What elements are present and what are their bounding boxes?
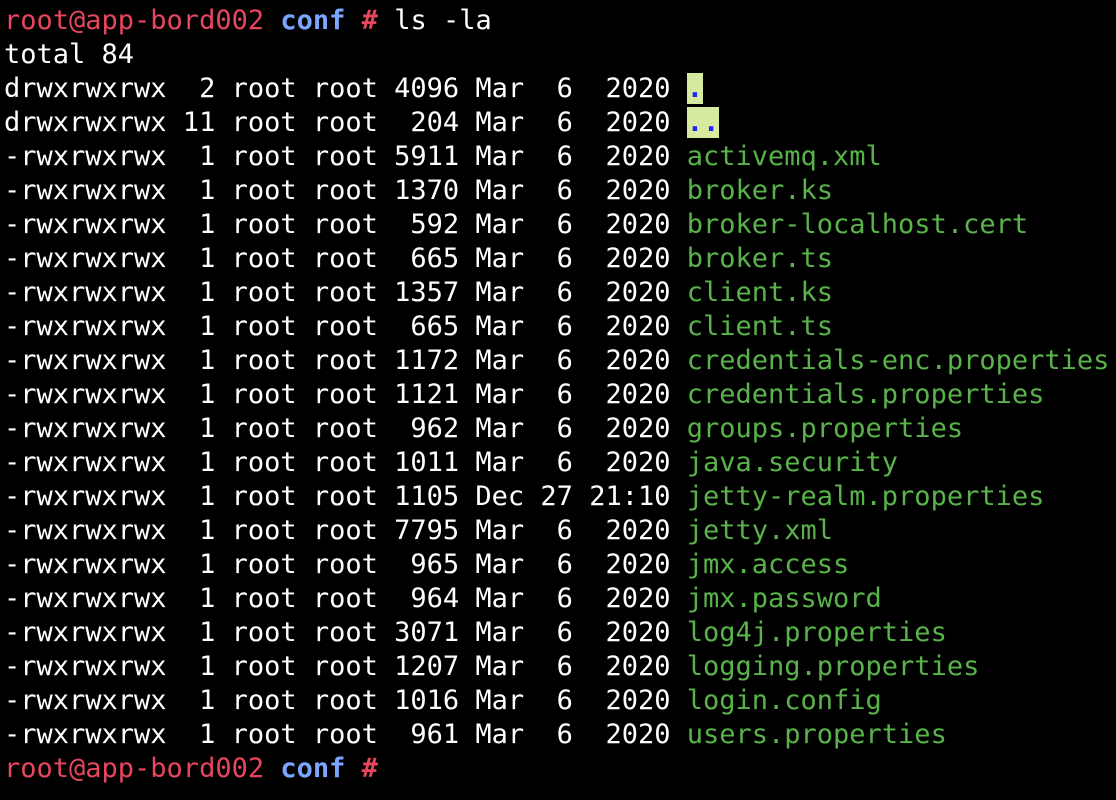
- listing-row: drwxrwxrwx 2 root root 4096 Mar 6 2020 .: [4, 72, 1109, 106]
- file-meta: -rwxrwxrwx 1 root root 3071 Mar 6 2020: [4, 617, 687, 648]
- listing-row: -rwxrwxrwx 1 root root 962 Mar 6 2020 gr…: [4, 412, 1109, 446]
- listing-row: -rwxrwxrwx 1 root root 1172 Mar 6 2020 c…: [4, 344, 1109, 378]
- file-meta: drwxrwxrwx 11 root root 204 Mar 6 2020: [4, 107, 687, 138]
- file-name: jmx.password: [686, 583, 882, 614]
- listing-row: -rwxrwxrwx 1 root root 1121 Mar 6 2020 c…: [4, 378, 1109, 412]
- file-name: credentials-enc.properties: [686, 345, 1110, 376]
- file-name: groups.properties: [686, 413, 964, 444]
- file-meta: -rwxrwxrwx 1 root root 1011 Mar 6 2020: [4, 447, 687, 478]
- command-line: root@app-bord002 conf # ls -la: [4, 4, 1109, 38]
- prompt-directory: conf: [280, 5, 346, 36]
- file-name: jetty.xml: [686, 515, 834, 546]
- listing-row: -rwxrwxrwx 1 root root 1370 Mar 6 2020 b…: [4, 174, 1109, 208]
- directory-name: .: [686, 73, 703, 104]
- listing-row: -rwxrwxrwx 1 root root 1016 Mar 6 2020 l…: [4, 684, 1109, 718]
- listing-row: -rwxrwxrwx 1 root root 1357 Mar 6 2020 c…: [4, 276, 1109, 310]
- listing-row: -rwxrwxrwx 1 root root 665 Mar 6 2020 br…: [4, 242, 1109, 276]
- file-name: client.ks: [686, 277, 834, 308]
- file-name: jmx.access: [686, 549, 850, 580]
- file-name: broker.ts: [686, 243, 834, 274]
- terminal-window[interactable]: root@app-bord002 conf # ls -la total 84 …: [0, 0, 1116, 800]
- file-meta: -rwxrwxrwx 1 root root 665 Mar 6 2020: [4, 243, 687, 274]
- file-name: users.properties: [686, 719, 947, 750]
- file-meta: -rwxrwxrwx 1 root root 965 Mar 6 2020: [4, 549, 687, 580]
- file-meta: -rwxrwxrwx 1 root root 1172 Mar 6 2020: [4, 345, 687, 376]
- prompt-symbol: #: [361, 753, 378, 784]
- file-name: java.security: [686, 447, 899, 478]
- file-meta: -rwxrwxrwx 1 root root 1105 Dec 27 21:10: [4, 481, 687, 512]
- listing-row: -rwxrwxrwx 1 root root 961 Mar 6 2020 us…: [4, 718, 1109, 752]
- prompt-user-host: root@app-bord002: [4, 5, 265, 36]
- directory-name: ..: [686, 107, 720, 138]
- listing-row: -rwxrwxrwx 1 root root 1011 Mar 6 2020 j…: [4, 446, 1109, 480]
- file-meta: -rwxrwxrwx 1 root root 1370 Mar 6 2020: [4, 175, 687, 206]
- listing-row: -rwxrwxrwx 1 root root 5911 Mar 6 2020 a…: [4, 140, 1109, 174]
- file-meta: -rwxrwxrwx 1 root root 961 Mar 6 2020: [4, 719, 687, 750]
- file-name: activemq.xml: [686, 141, 882, 172]
- listing-row: -rwxrwxrwx 1 root root 3071 Mar 6 2020 l…: [4, 616, 1109, 650]
- listing-rows: drwxrwxrwx 2 root root 4096 Mar 6 2020 .…: [4, 72, 1109, 752]
- file-meta: -rwxrwxrwx 1 root root 1016 Mar 6 2020: [4, 685, 687, 716]
- file-meta: -rwxrwxrwx 1 root root 592 Mar 6 2020: [4, 209, 687, 240]
- prompt-symbol: #: [361, 5, 378, 36]
- file-meta: -rwxrwxrwx 1 root root 964 Mar 6 2020: [4, 583, 687, 614]
- file-meta: -rwxrwxrwx 1 root root 5911 Mar 6 2020: [4, 141, 687, 172]
- terminal-output: root@app-bord002 conf # ls -la total 84 …: [4, 4, 1109, 786]
- listing-row: -rwxrwxrwx 1 root root 665 Mar 6 2020 cl…: [4, 310, 1109, 344]
- active-prompt-line[interactable]: root@app-bord002 conf #: [4, 752, 1109, 786]
- listing-row: -rwxrwxrwx 1 root root 1207 Mar 6 2020 l…: [4, 650, 1109, 684]
- file-meta: -rwxrwxrwx 1 root root 7795 Mar 6 2020: [4, 515, 687, 546]
- file-name: client.ts: [686, 311, 834, 342]
- file-meta: -rwxrwxrwx 1 root root 665 Mar 6 2020: [4, 311, 687, 342]
- listing-row: -rwxrwxrwx 1 root root 964 Mar 6 2020 jm…: [4, 582, 1109, 616]
- file-name: login.config: [686, 685, 882, 716]
- listing-row: -rwxrwxrwx 1 root root 1105 Dec 27 21:10…: [4, 480, 1109, 514]
- file-meta: -rwxrwxrwx 1 root root 1121 Mar 6 2020: [4, 379, 687, 410]
- command-text: ls -la: [394, 5, 492, 36]
- listing-row: -rwxrwxrwx 1 root root 965 Mar 6 2020 jm…: [4, 548, 1109, 582]
- listing-row: drwxrwxrwx 11 root root 204 Mar 6 2020 .…: [4, 106, 1109, 140]
- file-name: broker.ks: [686, 175, 834, 206]
- file-name: credentials.properties: [686, 379, 1045, 410]
- prompt-directory: conf: [280, 753, 346, 784]
- file-name: broker-localhost.cert: [686, 209, 1029, 240]
- file-meta: drwxrwxrwx 2 root root 4096 Mar 6 2020: [4, 73, 687, 104]
- file-name: log4j.properties: [686, 617, 947, 648]
- listing-row: -rwxrwxrwx 1 root root 7795 Mar 6 2020 j…: [4, 514, 1109, 548]
- file-name: logging.properties: [686, 651, 980, 682]
- listing-row: -rwxrwxrwx 1 root root 592 Mar 6 2020 br…: [4, 208, 1109, 242]
- prompt-user-host: root@app-bord002: [4, 753, 265, 784]
- file-meta: -rwxrwxrwx 1 root root 962 Mar 6 2020: [4, 413, 687, 444]
- file-meta: -rwxrwxrwx 1 root root 1207 Mar 6 2020: [4, 651, 687, 682]
- file-name: jetty-realm.properties: [686, 481, 1045, 512]
- total-line: total 84: [4, 39, 135, 70]
- file-meta: -rwxrwxrwx 1 root root 1357 Mar 6 2020: [4, 277, 687, 308]
